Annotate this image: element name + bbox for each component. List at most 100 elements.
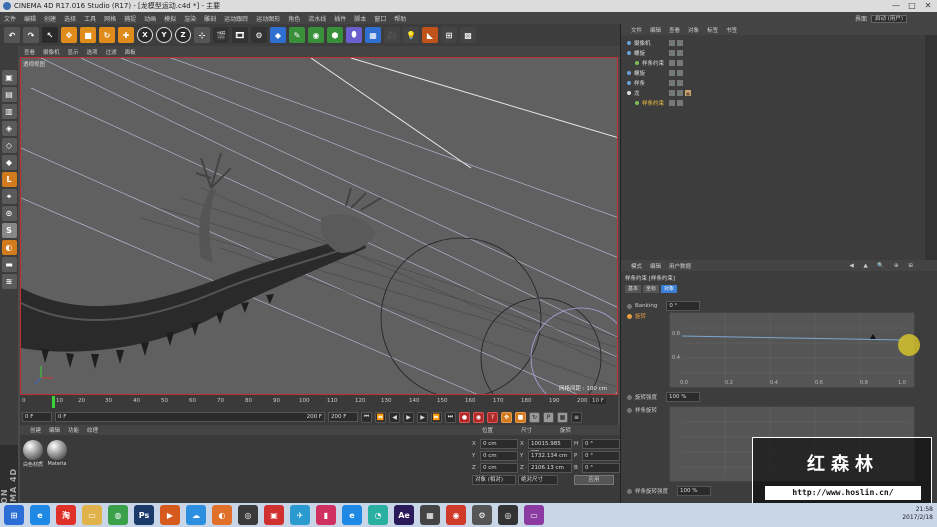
perspective-viewport[interactable]: 透视视图 网格间距 : 100 cm: [20, 57, 618, 395]
am-nav-icons[interactable]: ◀ ▲ 🔍 ⊕ ⊞: [849, 263, 917, 269]
select-arrow-icon[interactable]: ↖: [42, 27, 58, 43]
snap-icon[interactable]: ⊞: [441, 27, 457, 43]
om-menu-tags[interactable]: 标签: [707, 26, 718, 34]
material-menu-texture[interactable]: 纹理: [87, 426, 98, 434]
object-flags[interactable]: · ✓: [669, 40, 683, 46]
object-flags[interactable]: · ✓: [669, 70, 683, 76]
menu-select[interactable]: 选择: [64, 14, 76, 23]
object-row[interactable]: 螺旋 · ✓: [623, 48, 926, 58]
size-mode-select[interactable]: 绝对尺寸: [518, 475, 558, 485]
material-swatch[interactable]: Materia: [46, 440, 68, 467]
menu-create[interactable]: 创建: [44, 14, 56, 23]
cube-primitive-icon[interactable]: ◆: [270, 27, 286, 43]
axis-y-button[interactable]: Y: [156, 27, 172, 43]
size-z-field[interactable]: 2106.13 cm: [528, 463, 572, 473]
array-icon[interactable]: ⬢: [327, 27, 343, 43]
record-icon[interactable]: ◉: [446, 505, 466, 525]
uc-browser-icon[interactable]: ◐: [212, 505, 232, 525]
viewport-menu-view[interactable]: 查看: [24, 48, 35, 56]
axis-mode-icon[interactable]: L: [1, 172, 17, 187]
viewport-menu-display[interactable]: 显示: [68, 48, 79, 56]
play-icon[interactable]: ▶: [403, 411, 414, 423]
menu-character[interactable]: 角色: [288, 14, 300, 23]
lock-workplane-icon[interactable]: ◐: [1, 240, 17, 255]
make-editable-icon[interactable]: ▣: [1, 70, 17, 85]
planar-workplane-icon[interactable]: ▬: [1, 257, 17, 272]
edges-mode-icon[interactable]: ◇: [1, 138, 17, 153]
size-y-field[interactable]: 1732.134 cm: [528, 451, 572, 461]
am-menu-edit[interactable]: 编辑: [650, 262, 661, 270]
viewport-menu-panel[interactable]: 面板: [125, 48, 136, 56]
frame-range-slider[interactable]: 0 F 200 F: [55, 412, 325, 422]
rotation-spline-graph[interactable]: 0.8 0.4 0.0 0.2 0.4 0.6 0.8 1.0: [669, 312, 915, 388]
spline-rotation-strength-field[interactable]: 100 %: [677, 486, 712, 496]
param-key-icon[interactable]: P: [543, 411, 554, 423]
media-icon[interactable]: ▦: [420, 505, 440, 525]
menu-help[interactable]: 帮助: [394, 14, 406, 23]
redo-icon[interactable]: ↷: [23, 27, 39, 43]
polygons-mode-icon[interactable]: ◆: [1, 155, 17, 170]
timeline-ruler[interactable]: 0 10 20 30 40 50 60 70 80 90 100 110 120…: [20, 395, 618, 409]
edge-icon[interactable]: e: [342, 505, 362, 525]
om-menu-view[interactable]: 查看: [669, 26, 680, 34]
object-manager-side-tabs[interactable]: [925, 35, 937, 260]
pla-key-icon[interactable]: ▦: [557, 411, 568, 423]
texture-mode-icon[interactable]: ▤: [1, 87, 17, 102]
bird-icon[interactable]: ✈: [290, 505, 310, 525]
tab-basic[interactable]: 基本: [625, 285, 642, 293]
floor-icon[interactable]: ▦: [365, 27, 381, 43]
after-effects-icon[interactable]: Ae: [394, 505, 414, 525]
timeline-end-frame[interactable]: 10 F: [590, 398, 606, 404]
screen-icon[interactable]: ▭: [524, 505, 544, 525]
menu-script[interactable]: 脚本: [354, 14, 366, 23]
deformer-icon[interactable]: ⬮: [346, 27, 362, 43]
layout-select[interactable]: 启动 (用户): [870, 14, 907, 23]
layers-icon[interactable]: ≋: [1, 274, 17, 289]
autokey-icon[interactable]: ◉: [473, 411, 484, 423]
workplane-icon[interactable]: ▩: [460, 27, 476, 43]
om-menu-bookmarks[interactable]: 书签: [726, 26, 737, 34]
om-menu-file[interactable]: 文件: [631, 26, 642, 34]
wechat-icon[interactable]: ◍: [108, 505, 128, 525]
render-picture-viewer-icon[interactable]: 🎞: [232, 27, 248, 43]
move-icon[interactable]: ✥: [61, 27, 77, 43]
coordinate-mode-select[interactable]: 对象 (相对): [472, 475, 516, 485]
position-y-field[interactable]: 0 cm: [480, 451, 518, 461]
previous-frame-icon[interactable]: ◀: [389, 411, 400, 423]
player-icon[interactable]: ▶: [160, 505, 180, 525]
menu-file[interactable]: 文件: [4, 14, 16, 23]
position-z-field[interactable]: 0 cm: [480, 463, 518, 473]
menu-mograph[interactable]: 运动图形: [256, 14, 280, 23]
taobao-icon[interactable]: 淘: [56, 505, 76, 525]
axis-z-button[interactable]: Z: [175, 27, 191, 43]
material-menu-function[interactable]: 功能: [68, 426, 79, 434]
tool-icon[interactable]: ⚙: [472, 505, 492, 525]
menu-tools[interactable]: 工具: [84, 14, 96, 23]
scale-key-icon[interactable]: ■: [515, 411, 526, 423]
close-button[interactable]: ✕: [921, 1, 935, 10]
points-mode-icon[interactable]: ◈: [1, 121, 17, 136]
c4d-icon[interactable]: ◎: [238, 505, 258, 525]
menu-simulate[interactable]: 模拟: [164, 14, 176, 23]
recent-tools-icon[interactable]: ✚: [118, 27, 134, 43]
object-row-selected[interactable]: 样条约束 · ✓: [623, 98, 926, 108]
rotation-key-icon[interactable]: ↻: [529, 411, 540, 423]
rotate-icon[interactable]: ↻: [99, 27, 115, 43]
rotation-p-field[interactable]: 0 °: [582, 451, 620, 461]
object-flags[interactable]: · ✓: [669, 50, 683, 56]
material-menu-create[interactable]: 创建: [30, 426, 41, 434]
menu-snap[interactable]: 捕捉: [124, 14, 136, 23]
object-row[interactable]: 龙 · ✓ ▦: [623, 88, 926, 98]
snap-toggle-icon[interactable]: ⊙: [1, 206, 17, 221]
object-flags[interactable]: · ✓: [669, 60, 683, 66]
nurbs-icon[interactable]: ◉: [308, 27, 324, 43]
viewport-menu-cameras[interactable]: 摄像机: [43, 48, 60, 56]
object-row[interactable]: 样条约束 · ✓: [623, 58, 926, 68]
menu-window[interactable]: 窗口: [374, 14, 386, 23]
tweak-mode-icon[interactable]: ⌖: [1, 189, 17, 204]
coordinate-system-icon[interactable]: ⊹: [194, 27, 210, 43]
spline-pen-icon[interactable]: ✎: [289, 27, 305, 43]
position-x-field[interactable]: 0 cm: [480, 439, 518, 449]
object-flags[interactable]: · ✓: [669, 80, 683, 86]
menu-plugins[interactable]: 插件: [334, 14, 346, 23]
